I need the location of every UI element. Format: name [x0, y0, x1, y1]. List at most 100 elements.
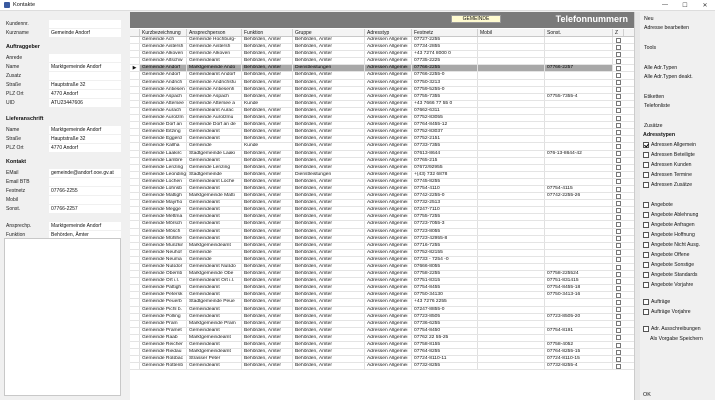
row-checkbox[interactable] — [613, 314, 624, 320]
table-cell[interactable]: 07751-831415 — [545, 278, 613, 285]
table-cell[interactable] — [545, 207, 613, 214]
table-cell[interactable] — [478, 242, 545, 249]
table-row[interactable]: Gemeinde Aurach Gemeindeamt Aurac Behörden… — [130, 107, 634, 116]
row-checkbox[interactable] — [613, 179, 624, 185]
row-checkbox[interactable] — [613, 200, 624, 206]
table-cell[interactable]: 07766-2255-0 — [412, 72, 478, 79]
table-cell[interactable]: Behörden, Ämter — [293, 356, 365, 363]
table-cell[interactable]: Stadtgemeinde Peue — [187, 299, 242, 306]
table-cell[interactable]: Gemeindeamt — [187, 185, 242, 193]
table-cell[interactable]: 07716-7255 — [412, 242, 478, 249]
table-cell[interactable]: 07723-42955-8 — [412, 235, 478, 242]
table-cell[interactable] — [478, 79, 545, 86]
table-cell[interactable]: Behörden, Ämter — [293, 178, 365, 185]
table-cell[interactable]: Adressen Allgemei — [365, 86, 412, 93]
table-cell[interactable]: +(43) 732 6878 — [412, 171, 478, 178]
table-cell[interactable]: 07733 - 7254 -0 — [412, 256, 478, 263]
adresstyp-checkbox[interactable]: Angebote Sonstige — [643, 261, 694, 269]
table-cell[interactable]: Gemeinde Mattigh — [140, 193, 187, 200]
row-checkbox[interactable] — [613, 158, 624, 164]
checkbox-icon[interactable] — [643, 222, 649, 228]
table-cell[interactable]: Adressen Allgemei — [365, 136, 412, 143]
checkbox-icon[interactable] — [643, 309, 649, 315]
table-cell[interactable]: 07752-2151 — [412, 136, 478, 143]
table-row[interactable]: Gemeinde Neuma Gemeinde Behörden, Ämter Beh… — [130, 256, 634, 264]
alle-adrtypen-deakt-button[interactable]: Alle Adr.Typen deakt. — [643, 73, 711, 81]
table-cell[interactable]: Behörden, Ämter — [242, 313, 293, 320]
table-cell[interactable] — [478, 271, 545, 278]
table-cell[interactable] — [478, 342, 545, 349]
table-cell[interactable] — [478, 285, 545, 292]
table-cell[interactable]: Adressen Allgemei — [365, 249, 412, 256]
table-cell[interactable]: Adressen Allgemei — [365, 100, 412, 107]
checkbox-icon[interactable] — [643, 252, 649, 258]
maximize-icon[interactable]: ☐ — [675, 2, 695, 9]
table-cell[interactable]: Gemeinde Andrichsfu — [187, 79, 242, 86]
kontakt-mobil-field[interactable] — [49, 196, 121, 204]
table-cell[interactable] — [478, 51, 545, 58]
table-cell[interactable]: 07758-225524 — [545, 271, 613, 278]
row-checkbox[interactable] — [613, 335, 624, 341]
table-cell[interactable]: Adressen Allgemei — [365, 327, 412, 334]
table-cell[interactable] — [478, 86, 545, 93]
checkbox-icon[interactable] — [643, 142, 649, 148]
table-row[interactable]: Gemeinde Aistersh Gemeinde Aistersh Behörd… — [130, 44, 634, 52]
table-cell[interactable] — [545, 79, 613, 86]
row-checkbox[interactable] — [613, 264, 624, 270]
table-cell[interactable]: Gemeindeamt — [187, 363, 242, 370]
table-cell[interactable]: 07754-8191 — [545, 327, 613, 334]
table-cell[interactable]: Behörden, Ämter — [242, 299, 293, 306]
checkbox-icon[interactable] — [643, 162, 649, 168]
table-cell[interactable]: Behörden, Ämter — [293, 228, 365, 235]
table-row[interactable]: Gemeinde Rottenb Gemeindeamt Behörden, Ämt… — [130, 363, 634, 371]
table-cell[interactable]: Gemeinde Aistersh — [187, 44, 242, 51]
checkbox-icon[interactable] — [643, 202, 649, 208]
table-cell[interactable] — [545, 242, 613, 249]
table-cell[interactable]: Adressen Allgemei — [365, 320, 412, 327]
table-row[interactable]: Gemeinde Pram Marktgemeinde Pram Behörden,… — [130, 320, 634, 328]
table-cell[interactable]: Behörden, Ämter — [293, 51, 365, 58]
column-header[interactable]: Mobil — [478, 29, 545, 36]
table-row[interactable]: Gemeinde Mayrho Gemeindeamt Behörden, Ämte… — [130, 200, 634, 208]
ok-button[interactable]: OK — [643, 392, 651, 398]
table-cell[interactable]: Gemeinde Reicher — [140, 342, 187, 349]
table-cell[interactable]: Behörden, Ämter — [242, 207, 293, 214]
table-cell[interactable]: Behörden, Ämter — [242, 349, 293, 356]
kontakt-email-field[interactable]: gemeinde@andorf.ooe.gv.at — [49, 169, 121, 177]
table-cell[interactable] — [478, 193, 545, 200]
table-cell[interactable]: Behörden, Ämter — [293, 86, 365, 93]
table-cell[interactable]: Adressen Allgemei — [365, 292, 412, 299]
filter-badge[interactable]: GEMEINDE — [451, 15, 501, 23]
table-cell[interactable]: Behörden, Ämter — [293, 221, 365, 228]
table-cell[interactable]: Marktgemeindeamt — [187, 349, 242, 356]
table-cell[interactable]: Behörden, Ämter — [242, 44, 293, 51]
table-cell[interactable]: Stadtgemeinde Laaki — [187, 150, 242, 157]
table-cell[interactable]: Gemeinde Aurolzmu — [187, 115, 242, 122]
table-cell[interactable]: 07723-8505 — [412, 313, 478, 320]
table-cell[interactable]: 07723-8055 — [412, 228, 478, 235]
table-cell[interactable]: Adressen Allgemei — [365, 122, 412, 129]
ansprechpartner-field[interactable]: Marktgemeinde Andorf — [49, 222, 121, 230]
table-cell[interactable]: Gemeindeamt — [187, 129, 242, 136]
table-cell[interactable] — [545, 171, 613, 178]
table-cell[interactable]: Behörden, Ämter — [293, 185, 365, 193]
table-cell[interactable]: 07666-8055 — [412, 264, 478, 271]
table-cell[interactable]: Marktgemeindeamt — [187, 334, 242, 342]
table-cell[interactable]: Behörden, Ämter — [242, 327, 293, 334]
table-cell[interactable]: Adressen Allgemei — [365, 72, 412, 79]
table-cell[interactable]: Behörden, Ämter — [242, 306, 293, 313]
table-cell[interactable]: Behörden, Ämter — [293, 157, 365, 164]
table-cell[interactable] — [478, 356, 545, 363]
checkbox-icon[interactable] — [643, 172, 649, 178]
table-cell[interactable]: Behörden, Ämter — [242, 129, 293, 136]
table-cell[interactable]: Gemeinde Rottenb — [140, 363, 187, 370]
table-cell[interactable] — [478, 228, 545, 235]
table-cell[interactable]: Adressen Allgemei — [365, 178, 412, 185]
table-cell[interactable] — [545, 143, 613, 150]
table-row[interactable]: Gemeinde Leonding Stadtgemeinde Behörden, … — [130, 171, 634, 179]
adresstyp-checkbox[interactable]: Adressen Termine — [643, 171, 692, 179]
table-cell[interactable]: 07742-2255-0 — [412, 193, 478, 200]
table-cell[interactable]: Gemeinde Antiesen — [140, 86, 187, 93]
row-checkbox[interactable] — [613, 243, 624, 249]
table-cell[interactable] — [478, 214, 545, 221]
